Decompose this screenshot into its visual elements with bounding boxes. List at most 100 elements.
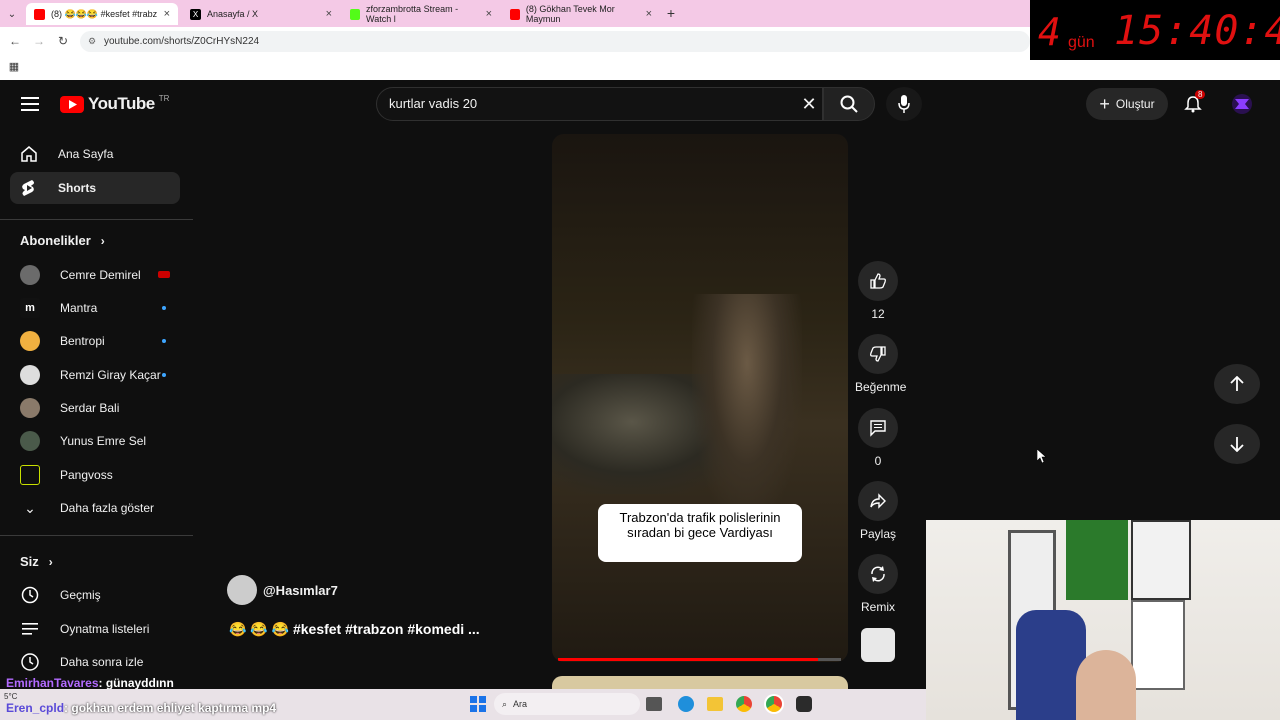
sidebar-item-label: Shorts [58, 181, 97, 195]
kick-favicon [350, 8, 361, 20]
you-heading[interactable]: Siz › [20, 554, 53, 569]
next-short-button[interactable] [1214, 424, 1260, 464]
account-avatar[interactable] [1232, 94, 1252, 114]
apps-grid-icon[interactable]: ▦ [8, 60, 20, 73]
short-channel[interactable]: @Hasımlar7 [227, 575, 338, 605]
like-button[interactable]: 12 [855, 261, 901, 321]
chat-message: Eren_cpld: gokhan erdem ehliyet kaptırma… [6, 701, 276, 715]
create-button[interactable]: + Oluştur [1086, 88, 1168, 120]
reload-icon[interactable]: ↻ [56, 34, 70, 48]
previous-short-button[interactable] [1214, 364, 1260, 404]
plus-icon: + [1099, 93, 1110, 114]
sound-thumbnail[interactable] [861, 628, 895, 662]
avatar [20, 465, 40, 485]
menu-icon[interactable] [20, 94, 40, 114]
chrome-active-icon[interactable] [766, 696, 782, 712]
notifications-button[interactable]: 8 [1183, 90, 1206, 114]
shorts-icon [22, 180, 34, 196]
next-short-preview[interactable] [552, 676, 848, 690]
comment-count: 0 [874, 454, 882, 468]
tab-title: zforzambrotta Stream - Watch l [366, 4, 459, 24]
subscriptions-heading[interactable]: Abonelikler › [20, 233, 105, 248]
sidebar-item-shorts[interactable]: Shorts [10, 172, 180, 204]
url-field[interactable]: ⚙ youtube.com/shorts/Z0CrHYsN224 [80, 31, 1030, 52]
countdown-days-label: gün [1068, 34, 1095, 51]
comment-icon [858, 408, 898, 448]
search-button[interactable] [823, 87, 875, 121]
create-label: Oluştur [1115, 97, 1155, 111]
remix-button[interactable]: Remix [855, 554, 901, 614]
sidebar-item-playlists[interactable]: Oynatma listeleri [10, 614, 180, 644]
sidebar-item-home[interactable]: Ana Sayfa [10, 138, 180, 170]
avatar [20, 265, 40, 285]
file-manager-icon[interactable] [646, 697, 662, 711]
webcam-poster [1066, 520, 1128, 600]
tab-title: Anasayfa / X [207, 9, 259, 19]
webcam-person [1076, 650, 1136, 720]
avatar [20, 365, 40, 385]
share-button[interactable]: Paylaş [855, 481, 901, 541]
close-icon[interactable]: × [326, 8, 332, 20]
tab-x[interactable]: X Anasayfa / X × [182, 3, 340, 25]
subscription-label: Serdar Bali [60, 401, 120, 415]
tab-kick[interactable]: zforzambrotta Stream - Watch l × [342, 3, 500, 25]
clear-search-icon[interactable]: ✕ [800, 94, 818, 114]
tab-youtube-short[interactable]: (8) 😂😂😂 #kesfet #trabz × [26, 3, 178, 25]
subscription-remzi-giray-kacar[interactable]: Remzi Giray Kaçar [10, 360, 180, 390]
video-progress-bar[interactable] [558, 658, 841, 661]
sidebar-item-history[interactable]: Geçmiş [10, 580, 180, 610]
app-icon[interactable] [796, 696, 812, 712]
show-more-button[interactable]: ⌄ Daha fazla göster [10, 493, 180, 523]
subscription-label: Remzi Giray Kaçar [60, 368, 161, 382]
url-text: youtube.com/shorts/Z0CrHYsN224 [104, 36, 260, 47]
weather-widget[interactable]: 5°C [4, 692, 17, 701]
dislike-label: Beğenme [855, 380, 907, 394]
tab-youtube-gokhan[interactable]: (8) Gökhan Tevek Mor Maymun × [502, 3, 660, 25]
dislike-button[interactable]: Beğenme [855, 334, 906, 394]
close-icon[interactable]: × [486, 8, 492, 20]
subscription-bentropi[interactable]: Bentropi [10, 326, 180, 356]
chat-user: EmirhanTavares [6, 676, 99, 690]
webcam-jersey-board [1131, 600, 1185, 690]
overlay-spacer [1030, 60, 1280, 80]
share-icon [858, 481, 898, 521]
sidebar-item-watch-later[interactable]: Daha sonra izle [10, 647, 180, 677]
folder-icon[interactable] [707, 697, 723, 711]
search-input[interactable]: kurtlar vadis 20 [376, 87, 823, 121]
sidebar-item-label: Oynatma listeleri [60, 622, 150, 636]
forward-icon[interactable]: → [32, 34, 46, 48]
subscription-label: Mantra [60, 301, 98, 315]
edge-icon[interactable] [678, 696, 694, 712]
close-icon[interactable]: × [164, 8, 170, 20]
tab-list-icon[interactable]: ⌄ [4, 6, 20, 22]
chevron-right-icon: › [48, 554, 53, 569]
voice-search-button[interactable] [886, 87, 922, 121]
new-tab-icon[interactable]: + [664, 5, 678, 21]
subscription-label: Cemre Demirel [60, 268, 141, 282]
subscription-pangvoss[interactable]: Pangvoss [10, 460, 180, 490]
close-icon[interactable]: × [646, 8, 652, 20]
video-overlay-text [614, 206, 706, 222]
chrome-icon[interactable] [736, 696, 752, 712]
microphone-icon [898, 95, 910, 113]
back-icon[interactable]: ← [8, 34, 22, 48]
subscription-mantra[interactable]: m Mantra [10, 293, 180, 323]
comments-button[interactable]: 0 [855, 408, 901, 468]
site-info-icon[interactable]: ⚙ [88, 31, 96, 52]
avatar [20, 431, 40, 451]
tab-title: (8) Gökhan Tevek Mor Maymun [525, 4, 615, 24]
video-caption: Trabzon'da trafik polislerinin sıradan b… [598, 504, 802, 562]
taskbar-search[interactable]: ⌕ Ara [494, 693, 640, 715]
countdown-time: 15:40:45 [1114, 8, 1280, 54]
windows-start-icon[interactable] [470, 696, 486, 712]
browser-tab-bar: ⌄ (8) 😂😂😂 #kesfet #trabz × X Anasayfa / … [0, 0, 1030, 27]
short-title[interactable]: 😂 😂 😂 #kesfet #trabzon #komedi ... [229, 621, 480, 638]
short-video-player[interactable]: Trabzon'da trafik polislerinin sıradan b… [552, 134, 848, 662]
subscription-serdar-bali[interactable]: Serdar Bali [10, 393, 180, 423]
subscription-cemre-demirel[interactable]: Cemre Demirel [10, 260, 180, 290]
youtube-logo[interactable]: YouTube TR [60, 94, 169, 114]
subscription-yunus-emre-sel[interactable]: Yunus Emre Sel [10, 426, 180, 456]
chat-text: : günayddınn [98, 676, 174, 690]
arrow-up-icon [1230, 376, 1244, 391]
x-favicon: X [190, 8, 201, 20]
